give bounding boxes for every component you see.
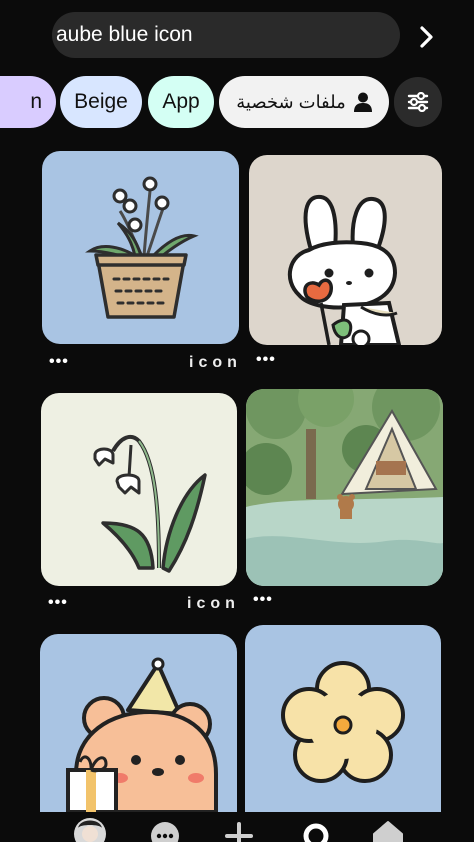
pin-card[interactable] xyxy=(41,393,237,586)
person-icon xyxy=(353,92,372,112)
pin-card[interactable] xyxy=(249,155,442,345)
pin-image-potted-flower xyxy=(42,151,239,344)
nav-home[interactable] xyxy=(370,816,406,842)
chip-partial[interactable]: n xyxy=(0,76,56,128)
pin-card[interactable] xyxy=(245,625,441,812)
chip-beige[interactable]: Beige xyxy=(60,76,142,128)
pin-image-bunny xyxy=(249,155,442,345)
search-bar[interactable] xyxy=(52,12,400,58)
pin-more-button[interactable]: ••• xyxy=(48,595,68,611)
pin-caption: icon xyxy=(189,354,242,371)
pin-image-lily-stem xyxy=(41,393,237,586)
pin-more-button[interactable]: ••• xyxy=(256,352,276,368)
pin-image-camping xyxy=(246,389,443,586)
search-go-button[interactable] xyxy=(410,20,444,54)
filter-button[interactable] xyxy=(394,77,442,127)
chip-label: App xyxy=(162,90,200,113)
pin-image-bear-party xyxy=(40,634,237,812)
search-icon xyxy=(303,823,329,842)
pin-card[interactable] xyxy=(42,151,239,344)
pin-image-flower xyxy=(245,625,441,812)
chip-label: ملفات شخصية xyxy=(236,91,346,112)
chip-app[interactable]: App xyxy=(148,76,214,128)
sliders-icon xyxy=(407,92,429,112)
chip-profiles[interactable]: ملفات شخصية xyxy=(219,76,389,128)
nav-create[interactable] xyxy=(221,816,257,842)
search-input[interactable] xyxy=(56,23,400,47)
chip-label: n xyxy=(30,90,42,113)
nav-profile[interactable] xyxy=(72,816,108,842)
nav-messages[interactable] xyxy=(147,816,183,842)
chevron-right-icon xyxy=(420,26,433,48)
chip-label: Beige xyxy=(74,90,128,113)
home-icon xyxy=(373,821,403,842)
pin-more-button[interactable]: ••• xyxy=(253,592,273,608)
avatar-icon xyxy=(74,818,106,842)
bottom-nav xyxy=(0,812,474,842)
pin-caption: icon xyxy=(187,595,240,612)
chat-icon xyxy=(151,822,179,842)
pin-card[interactable] xyxy=(246,389,443,586)
pin-card[interactable] xyxy=(40,634,237,812)
pin-more-button[interactable]: ••• xyxy=(49,354,69,370)
plus-icon xyxy=(225,822,253,842)
nav-search[interactable] xyxy=(298,816,334,842)
